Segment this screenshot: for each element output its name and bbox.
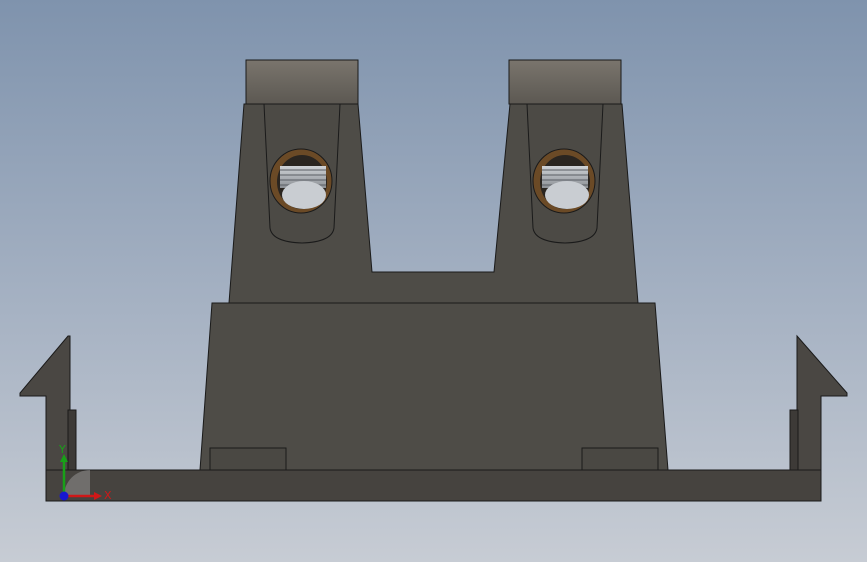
left-tube-cap [245, 59, 359, 105]
rotation-arc-icon [64, 470, 90, 496]
x-axis-label: X [104, 489, 112, 502]
right-clip-inner [789, 409, 799, 471]
graphics-viewport[interactable]: Y X [0, 0, 867, 562]
right-tube-cap [508, 59, 622, 105]
tray-bottom [45, 469, 822, 502]
coordinate-triad: Y X [58, 443, 112, 502]
y-axis-label: Y [58, 443, 66, 456]
main-body [199, 59, 669, 471]
lower-block [199, 302, 669, 471]
z-axis-icon [59, 491, 69, 501]
part-model[interactable] [0, 0, 867, 562]
left-foot-pad [209, 447, 287, 471]
right-foot-pad [581, 447, 659, 471]
right-clip-wall [796, 334, 848, 471]
